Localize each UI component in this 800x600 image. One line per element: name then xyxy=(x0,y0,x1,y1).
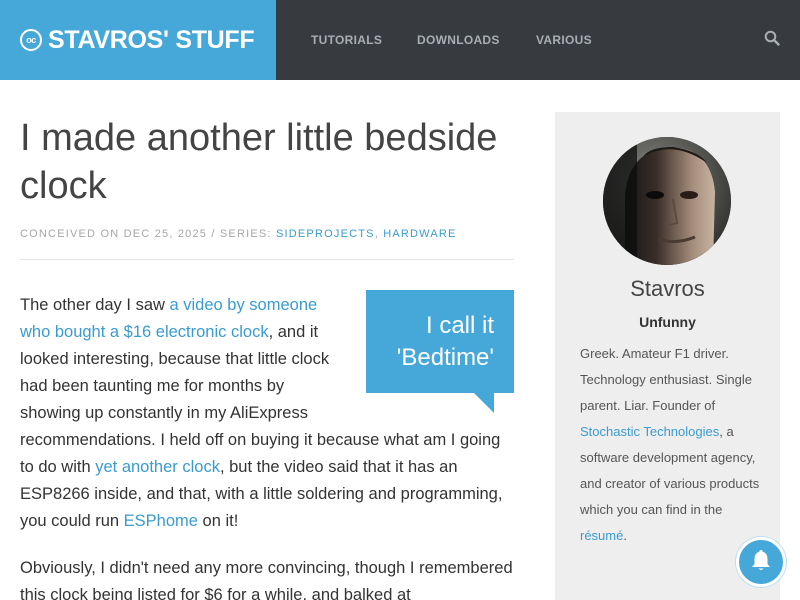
paragraph-2: Obviously, I didn't need any more convin… xyxy=(20,559,513,600)
pull-quote-tail xyxy=(474,393,494,413)
author-name: Stavros xyxy=(630,276,705,301)
bio-text-1: Greek. Amateur F1 driver. Technology ent… xyxy=(580,346,753,413)
post-meta: CONCEIVED ON DEC 25, 2025 / SERIES: SIDE… xyxy=(20,228,514,240)
author-bio: Greek. Amateur F1 driver. Technology ent… xyxy=(580,341,760,549)
p1-text-4: on it! xyxy=(197,512,239,530)
p1-text-1: The other day I saw xyxy=(20,296,170,314)
site-logo[interactable]: oc STAVROS' STUFF xyxy=(0,0,276,80)
link-esphome[interactable]: ESPhome xyxy=(124,512,198,530)
notification-button[interactable] xyxy=(736,537,786,587)
bell-icon xyxy=(748,547,774,578)
post-title: I made another little bedside clock xyxy=(20,117,498,207)
series-link-hardware[interactable]: HARDWARE xyxy=(383,228,456,240)
pull-quote: I call it 'Bedtime' xyxy=(366,290,514,413)
avatar xyxy=(603,137,731,265)
search-icon[interactable] xyxy=(764,30,780,46)
series-link-sideprojects[interactable]: SIDEPROJECTS xyxy=(276,228,375,240)
series-separator: , xyxy=(374,228,384,240)
link-resume[interactable]: résumé xyxy=(580,528,623,543)
author-tagline: Unfunny xyxy=(639,314,696,330)
logo-icon: oc xyxy=(20,29,42,51)
top-nav: TUTORIALS DOWNLOADS VARIOUS xyxy=(276,0,800,80)
bio-text-3: . xyxy=(623,528,627,543)
meta-divider xyxy=(20,259,514,260)
link-another-clock[interactable]: yet another clock xyxy=(95,458,220,476)
nav-downloads[interactable]: DOWNLOADS xyxy=(417,33,500,47)
nav-various[interactable]: VARIOUS xyxy=(536,33,592,47)
link-stochastic[interactable]: Stochastic Technologies xyxy=(580,424,719,439)
article: I made another little bedside clock CONC… xyxy=(20,80,514,600)
pull-quote-text: I call it 'Bedtime' xyxy=(396,312,494,371)
author-sidebar: Stavros Unfunny Greek. Amateur F1 driver… xyxy=(555,112,780,600)
site-title: STAVROS' STUFF xyxy=(48,25,255,54)
post-date: CONCEIVED ON DEC 25, 2025 / SERIES: xyxy=(20,228,276,240)
nav-tutorials[interactable]: TUTORIALS xyxy=(311,33,382,47)
